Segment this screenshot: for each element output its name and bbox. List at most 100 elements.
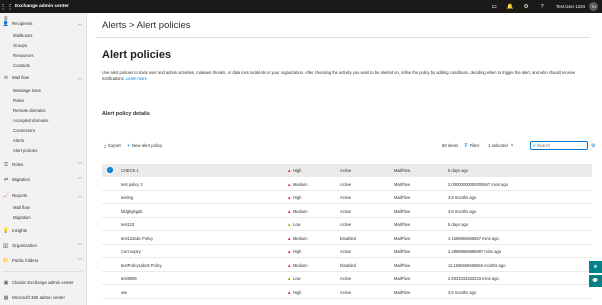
new-alert-policy-button[interactable]: + New alert policy <box>127 141 162 150</box>
cell-alert-name[interactable]: test9999 <box>121 276 137 281</box>
plus-icon: + <box>127 142 130 149</box>
severity-label: Medium <box>292 181 308 187</box>
app-launcher-icon[interactable]: ⋮⋮ <box>0 0 14 13</box>
cell-category: MailFlow <box>394 289 411 295</box>
cell-alert-name[interactable]: ww <box>121 290 127 295</box>
cell-status: Active <box>340 195 352 200</box>
user-name[interactable]: Test User 1234 <box>556 4 585 9</box>
sidebar-sub-contacts[interactable]: Contacts <box>13 63 30 68</box>
cell-status: Active <box>340 181 352 187</box>
sidebar-item-insights[interactable]: 💡 Insights <box>0 226 87 235</box>
table-row[interactable]: fddghghgds ▲ Medium Active MailFlow 3.8 month… <box>102 204 592 218</box>
sidebar-sub-rules[interactable]: Rules <box>13 98 24 103</box>
cell-alert-name[interactable]: Cert expiry <box>121 249 141 254</box>
cell-alert-name[interactable]: fddghghgds <box>121 209 142 214</box>
chevron-up-icon: ︿ <box>77 192 83 198</box>
office-icon: ▦ <box>3 294 9 301</box>
gear-icon[interactable]: ⚙ <box>518 4 534 10</box>
cell-category: MailFlow <box>394 276 411 281</box>
sidebar-item-reports[interactable]: 📈 Reports ︿ <box>0 191 87 200</box>
sidebar-item-public-folders[interactable]: 📁 Public folders ﹀ <box>0 256 87 265</box>
sidebar-item-mail-flow[interactable]: ✉ Mail flow ︿ <box>0 73 87 82</box>
cell-status: Active <box>340 208 352 214</box>
breadcrumb-current: Alert policies <box>136 20 191 31</box>
sidebar-item-label: Recipients <box>12 21 33 26</box>
sidebar-sub-report-migration[interactable]: Migration <box>13 215 31 220</box>
cell-category: MailFlow <box>394 222 411 227</box>
table-row[interactable]: ✓ CHECK 1 ▲ High Active MailFlow 6 days ago <box>102 163 592 177</box>
bell-icon[interactable]: 🔔 <box>502 4 518 10</box>
sidebar-sub-report-mail-flow[interactable]: Mail flow <box>13 205 30 210</box>
table-row[interactable]: test123abc Policy ▲ Medium Disabled MailFlow… <box>102 231 592 245</box>
items-count: 60 items <box>442 143 459 148</box>
cell-alert-name[interactable]: CHECK 1 <box>121 168 139 173</box>
sidebar-sub-alerts[interactable]: Alerts <box>13 138 24 143</box>
severity-medium-icon: ▲ <box>287 235 292 241</box>
table-row[interactable]: test policy 2 ▲ Medium Active MailFlow 2.0000… <box>102 177 592 191</box>
avatar[interactable]: TU <box>589 2 598 11</box>
sidebar: ≡ 👤 Recipients ︿ Mailboxes Groups Resour… <box>0 13 87 305</box>
sidebar-item-label: Reports <box>12 193 28 198</box>
customize-columns-icon[interactable]: ⚙ <box>591 141 595 150</box>
row-checkmark-icon[interactable]: ✓ <box>107 167 113 173</box>
filter-button[interactable]: ⊽ Filter <box>464 141 479 150</box>
sidebar-sub-message-trace[interactable]: Message trace <box>13 88 41 93</box>
cell-alert-name[interactable]: test123abc Policy <box>121 236 153 241</box>
export-button[interactable]: ⤓ Export <box>104 141 121 150</box>
cell-severity: ▲ High <box>287 195 301 200</box>
help-fab-icon[interactable]: ⊕ <box>589 261 602 273</box>
chevron-down-icon: ﹀ <box>77 161 83 167</box>
download-icon: ⤓ <box>104 142 107 149</box>
sidebar-sub-remote-domains[interactable]: Remote domains <box>13 108 45 113</box>
sidebar-sub-resources[interactable]: Resources <box>13 53 34 58</box>
cell-alert-name[interactable]: test123 <box>121 222 134 227</box>
sidebar-sub-connectors[interactable]: Connectors <box>13 128 35 133</box>
breadcrumb-separator: > <box>128 20 135 31</box>
sidebar-sub-mailboxes[interactable]: Mailboxes <box>13 33 32 38</box>
cell-alert-name[interactable]: testPolicy1abc6 Policy <box>121 263 162 268</box>
table-row[interactable]: test123 ▲ Low Active MailFlow 6 days ago <box>102 218 592 231</box>
sidebar-item-roles[interactable]: ⚿ Roles ﹀ <box>0 160 87 169</box>
sidebar-item-organization[interactable]: 🏢 Organization ﹀ <box>0 241 87 250</box>
cell-last-occurrence: 11.1666666666666 months ago <box>448 262 506 268</box>
sidebar-item-migration[interactable]: ⇄ Migration ﹀ <box>0 175 87 184</box>
clear-selection-icon[interactable]: × <box>511 143 514 149</box>
table-row[interactable]: testing ▲ High Active MailFlow 3.8 months ago <box>102 191 592 204</box>
search-input[interactable] <box>536 143 583 148</box>
screen-icon[interactable]: ▭ <box>486 4 502 10</box>
folder-icon: 📁 <box>2 257 10 264</box>
sidebar-item-label: Organization <box>12 243 37 248</box>
breadcrumb: Alerts > Alert policies <box>102 20 190 31</box>
sidebar-item-label: Insights <box>12 228 28 233</box>
feedback-fab-icon[interactable]: 💬 <box>589 275 602 287</box>
cell-last-occurrence: 2.38888888888887 mins ago <box>448 249 502 254</box>
chevron-up-icon: ︿ <box>77 74 83 80</box>
sidebar-sub-groups[interactable]: Groups <box>13 43 27 48</box>
migration-icon: ⇄ <box>3 176 9 183</box>
insights-icon: 💡 <box>2 227 10 234</box>
table-row[interactable]: Cert expiry ▲ High Active MailFlow 2.38888888… <box>102 245 592 258</box>
sidebar-sub-alert-policies[interactable]: Alert policies <box>13 148 37 153</box>
table-row[interactable]: test9999 ▲ Low Active MailFlow 2.833333333333… <box>102 272 592 285</box>
search-box[interactable]: ⌕ <box>530 141 588 150</box>
new-alert-policy-label: New alert policy <box>131 143 163 148</box>
filter-icon: ⊽ <box>464 142 468 149</box>
table-row[interactable]: ww ▲ High Active MailFlow 3.6 months ago <box>102 285 592 299</box>
learn-more-link[interactable]: Learn more <box>126 76 147 81</box>
breadcrumb-parent[interactable]: Alerts <box>102 20 126 31</box>
sidebar-item-recipients[interactable]: 👤 Recipients ︿ <box>0 19 87 28</box>
chevron-down-icon: ﹀ <box>77 257 83 263</box>
table-row[interactable]: testPolicy1abc6 Policy ▲ Medium Disabled Mai… <box>102 258 592 272</box>
sidebar-link-classic-eac[interactable]: ▣ Classic Exchange admin center <box>0 278 87 287</box>
cell-alert-name[interactable]: testing <box>121 195 133 200</box>
mail-flow-icon: ✉ <box>3 74 9 81</box>
help-icon[interactable]: ? <box>534 4 550 10</box>
sidebar-link-m365-admin[interactable]: ▦ Microsoft 365 admin center <box>0 293 87 302</box>
sidebar-sub-accepted-domains[interactable]: Accepted domains <box>13 118 48 123</box>
organization-icon: 🏢 <box>2 242 10 249</box>
cell-alert-name[interactable]: test policy 2 <box>121 182 143 187</box>
severity-label: Medium <box>292 208 308 214</box>
severity-label: High <box>292 289 302 295</box>
cell-last-occurrence: 2.00000000000000667 mins ago <box>448 181 508 187</box>
cell-last-occurrence: 4.1666666666667 mins ago <box>448 235 499 241</box>
